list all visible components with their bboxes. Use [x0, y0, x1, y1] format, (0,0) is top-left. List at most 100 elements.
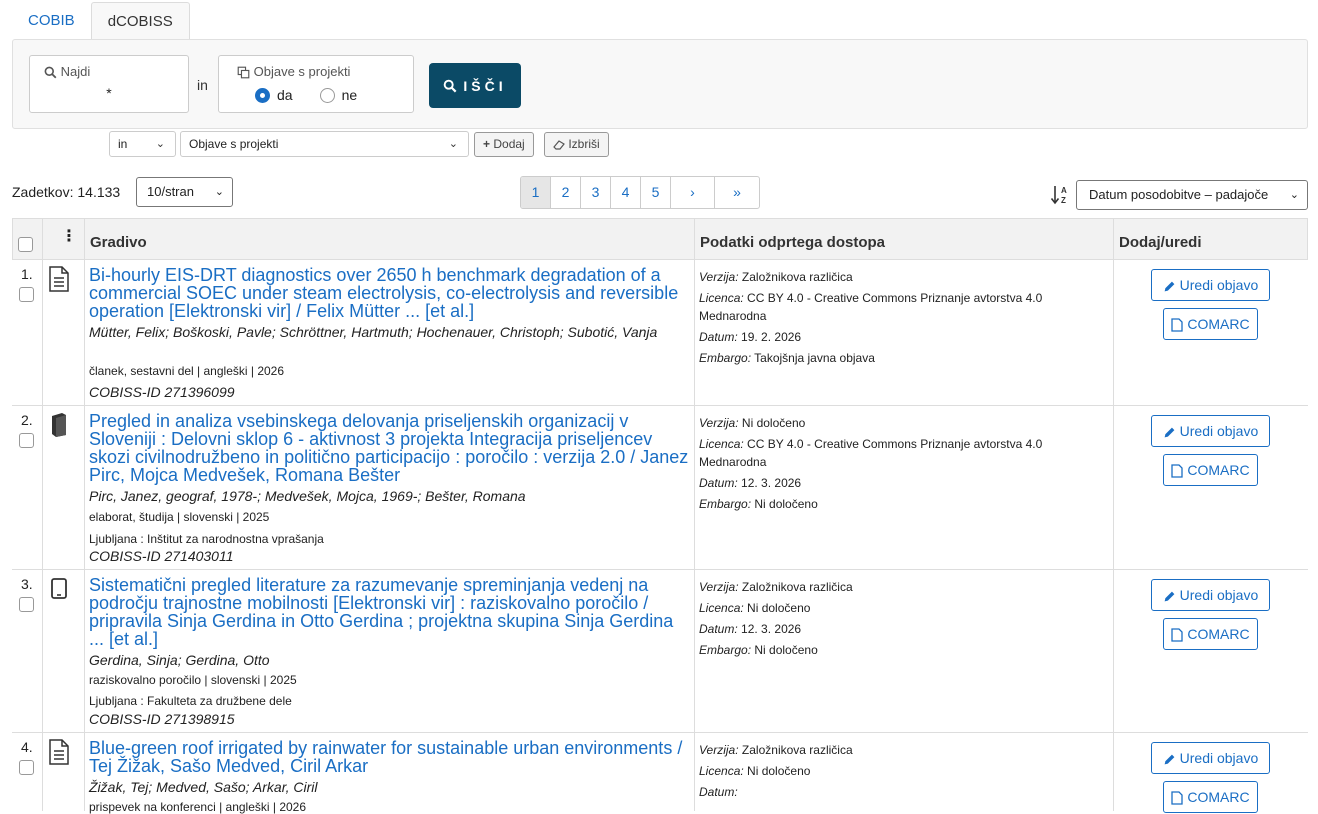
pencil-icon	[1164, 427, 1175, 438]
oa-embargo: Takojšnja javna objava	[754, 351, 875, 365]
row-number: 3.	[21, 576, 33, 592]
column-edit: Dodaj/uredi	[1119, 234, 1202, 251]
row-checkbox[interactable]	[19, 433, 34, 448]
edit-publication-button[interactable]: Uredi objavo	[1151, 579, 1270, 611]
per-page-select[interactable]: 10/stran ⌄	[136, 177, 233, 207]
record-title[interactable]: Blue-green roof irrigated by rainwater f…	[89, 739, 693, 775]
book-icon	[48, 412, 70, 438]
comarc-button[interactable]: COMARC	[1163, 308, 1258, 340]
cobiss-id: COBISS-ID 271398915	[89, 711, 235, 727]
oa-license: CC BY 4.0 - Creative Commons Priznanje a…	[699, 437, 1043, 469]
oa-info: Verzija: Založnikova različica Licenca: …	[699, 580, 853, 657]
record-publisher: Ljubljana : Fakulteta za družbene dele	[89, 694, 292, 708]
record-meta: raziskovalno poročilo | slovenski | 2025	[89, 673, 297, 687]
next-page[interactable]: ›	[671, 177, 715, 208]
search-icon	[44, 66, 57, 79]
column-menu-icon[interactable]: ⋮	[61, 229, 77, 245]
plus-icon: +	[483, 137, 491, 151]
page-5[interactable]: 5	[641, 177, 671, 208]
comarc-button[interactable]: COMARC	[1163, 454, 1258, 486]
oa-embargo: Ni določeno	[754, 497, 818, 511]
page-2[interactable]: 2	[551, 177, 581, 208]
oa-license: CC BY 4.0 - Creative Commons Priznanje a…	[699, 291, 1043, 323]
oa-info: Verzija: Založnikova različica Licenca: …	[699, 743, 853, 799]
radio-da-label: da	[277, 87, 293, 103]
record-title[interactable]: Bi-hourly EIS-DRT diagnostics over 2650 …	[89, 266, 693, 320]
row-number: 4.	[21, 739, 33, 755]
record-authors: Gerdina, Sinja; Gerdina, Otto	[89, 652, 270, 668]
pencil-icon	[1164, 754, 1175, 765]
result-count: Zadetkov: 14.133	[12, 184, 121, 200]
table-row: 4. Blue-green roof irrigated by rainwate…	[12, 733, 1308, 814]
eraser-icon	[553, 140, 565, 150]
objave-field: Objave s projekti da ne	[218, 55, 414, 113]
najdi-input[interactable]: *	[30, 85, 188, 101]
row-number: 2.	[21, 412, 33, 428]
page-1[interactable]: 1	[521, 177, 551, 208]
page-4[interactable]: 4	[611, 177, 641, 208]
najdi-field[interactable]: Najdi *	[29, 55, 189, 113]
row-checkbox[interactable]	[19, 287, 34, 302]
radio-ne[interactable]	[319, 87, 335, 103]
oa-version: Založnikova različica	[741, 580, 853, 594]
pencil-icon	[1164, 281, 1175, 292]
oa-info: Verzija: Ni določeno Licenca: CC BY 4.0 …	[699, 416, 1043, 511]
oa-license: Ni določeno	[747, 601, 811, 615]
operator-select[interactable]: in ⌄	[109, 131, 176, 157]
copy-icon	[237, 66, 250, 79]
edit-publication-button[interactable]: Uredi objavo	[1151, 742, 1270, 774]
file-icon	[1171, 464, 1184, 478]
row-checkbox[interactable]	[19, 597, 34, 612]
article-icon	[48, 739, 70, 765]
record-authors: Žižak, Tej; Medved, Sašo; Arkar, Ciril	[89, 779, 318, 795]
oa-info: Verzija: Založnikova različica Licenca: …	[699, 270, 1043, 365]
objave-label: Objave s projekti	[237, 64, 350, 79]
column-material: Gradivo	[90, 234, 147, 251]
record-meta: članek, sestavni del | angleški | 2026	[89, 364, 285, 378]
file-icon	[1171, 791, 1184, 805]
record-authors: Mütter, Felix; Boškoski, Pavle; Schröttn…	[89, 324, 658, 340]
record-meta: prispevek na konferenci | angleški | 202…	[89, 800, 307, 814]
radio-da[interactable]	[255, 87, 270, 103]
select-all-checkbox[interactable]	[18, 237, 33, 252]
edit-publication-button[interactable]: Uredi objavo	[1151, 269, 1270, 301]
oa-version: Založnikova različica	[741, 743, 853, 757]
sort-select[interactable]: Datum posodobitve – padajoče ⌄	[1076, 180, 1308, 210]
svg-text:A: A	[1061, 186, 1067, 195]
comarc-button[interactable]: COMARC	[1163, 618, 1258, 650]
sort-az-icon: AZ	[1050, 184, 1070, 209]
last-page[interactable]: »	[715, 177, 759, 208]
oa-version: Založnikova različica	[741, 270, 853, 284]
in-label: in	[197, 77, 208, 93]
row-checkbox[interactable]	[19, 760, 34, 775]
cobiss-id: COBISS-ID 271403011	[89, 548, 234, 564]
search-button[interactable]: IŠČI	[429, 63, 521, 108]
tab-dcobiss[interactable]: dCOBISS	[90, 2, 190, 40]
pencil-icon	[1164, 591, 1175, 602]
comarc-button[interactable]: COMARC	[1163, 781, 1258, 813]
oa-version: Ni določeno	[741, 416, 806, 430]
oa-date: 12. 3. 2026	[741, 622, 802, 636]
oa-embargo: Ni določeno	[754, 643, 818, 657]
record-title[interactable]: Pregled in analiza vsebinskega delovanja…	[89, 412, 693, 484]
row-number: 1.	[21, 266, 33, 282]
page-3[interactable]: 3	[581, 177, 611, 208]
tab-cobib[interactable]: COBIB	[12, 2, 91, 40]
table-row: 3. Sistematični pregled literature za ra…	[12, 570, 1308, 733]
svg-text:Z: Z	[1061, 196, 1066, 205]
delete-button[interactable]: Izbriši	[544, 132, 609, 157]
record-title[interactable]: Sistematični pregled literature za razum…	[89, 576, 693, 648]
edit-publication-button[interactable]: Uredi objavo	[1151, 415, 1270, 447]
chevron-down-icon: ⌄	[155, 138, 165, 150]
cobiss-id: COBISS-ID 271396099	[89, 384, 235, 400]
najdi-label: Najdi	[44, 64, 90, 79]
field-select[interactable]: Objave s projekti ⌄	[180, 131, 469, 157]
tabs: COBIB dCOBISS	[12, 2, 190, 40]
record-authors: Pirc, Janez, geograf, 1978-; Medvešek, M…	[89, 488, 526, 504]
tablet-icon	[48, 576, 70, 602]
file-icon	[1171, 318, 1184, 332]
oa-license: Ni določeno	[747, 764, 811, 778]
chevron-down-icon: ⌄	[448, 138, 458, 150]
radio-ne-label: ne	[341, 87, 358, 103]
add-button[interactable]: + Dodaj	[474, 132, 534, 157]
